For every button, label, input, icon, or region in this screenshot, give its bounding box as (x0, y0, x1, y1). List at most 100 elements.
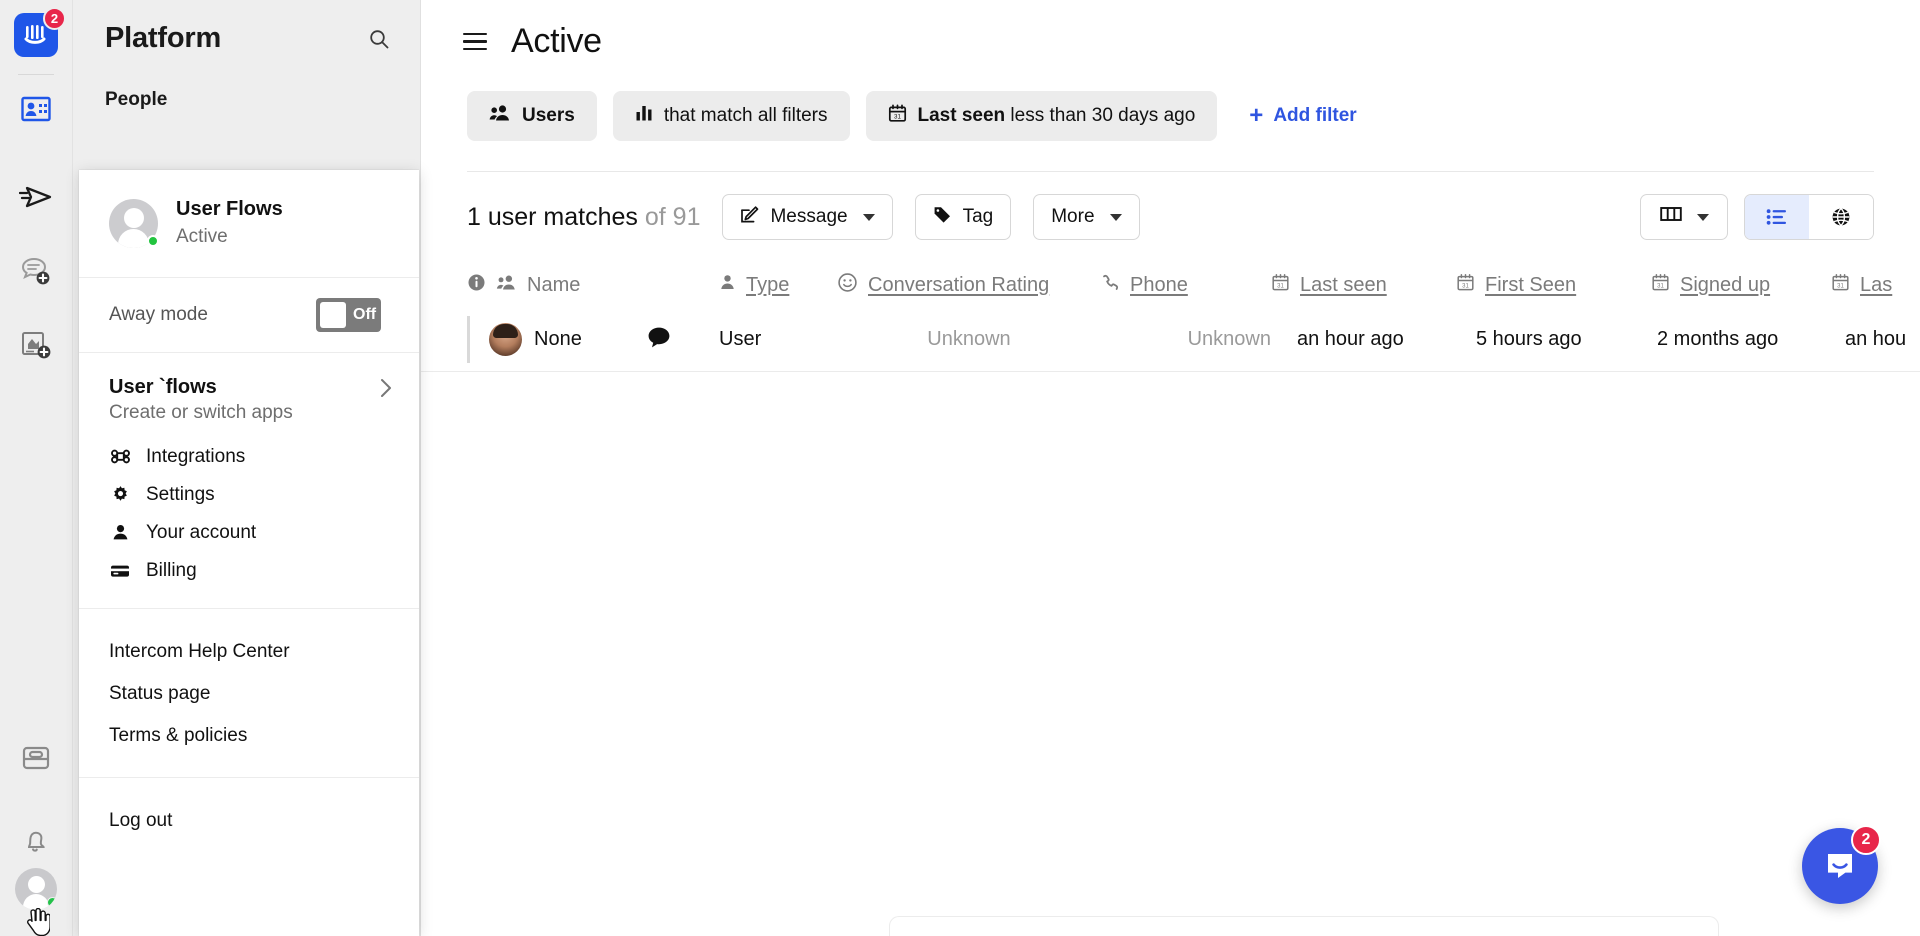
menu-item-label: Billing (146, 559, 197, 581)
credit-card-icon (109, 563, 131, 579)
menu-item-billing[interactable]: Billing (79, 552, 419, 590)
chevron-down-icon (862, 213, 875, 221)
match-total-value: of 91 (644, 202, 701, 231)
column-header-conversation-rating[interactable]: Conversation Rating (837, 272, 1101, 299)
account-dropdown-panel: User Flows Active Away mode Off User `fl… (79, 170, 419, 936)
app-switcher-item[interactable]: User `flows Create or switch apps (79, 375, 419, 424)
column-header-label: Type (746, 273, 790, 296)
column-header-phone[interactable]: Phone (1101, 273, 1271, 298)
column-header-last-contacted[interactable]: 31 Las (1831, 273, 1920, 298)
calendar-icon: 31 (888, 104, 907, 129)
cell-conversation-rating: Unknown (927, 328, 1011, 350)
globe-view-icon[interactable] (1809, 195, 1873, 239)
away-mode-toggle[interactable]: Off (316, 297, 381, 332)
smiley-icon (837, 272, 858, 299)
sidebar-section-people[interactable]: People (73, 55, 420, 111)
users-table: Name Type Conversation Rating Phone 31 L… (421, 262, 1920, 372)
new-article-icon[interactable] (10, 319, 62, 371)
person-icon (109, 523, 131, 542)
link-intercom-help-center[interactable]: Intercom Help Center (79, 631, 419, 673)
link-status-page[interactable]: Status page (79, 673, 419, 715)
column-header-label: Las (1860, 273, 1893, 296)
new-conversation-icon[interactable] (10, 245, 62, 297)
bar-chart-icon (635, 104, 653, 128)
svg-text:31: 31 (1837, 283, 1844, 289)
chat-bubble-icon (647, 326, 671, 354)
chevron-down-icon (1109, 213, 1122, 221)
app-root: 2 Platform People User Flows Active Away… (0, 0, 1920, 936)
svg-text:31: 31 (1277, 283, 1284, 289)
logout-button[interactable]: Log out (79, 800, 419, 842)
menu-item-integrations[interactable]: Integrations (79, 438, 419, 476)
calendar-icon: 31 (1651, 273, 1670, 298)
app-switcher-sub: Create or switch apps (109, 401, 293, 423)
cell-first-seen: 5 hours ago (1476, 328, 1582, 350)
view-toggle-group (1744, 194, 1874, 240)
account-user-row[interactable]: User Flows Active (79, 170, 419, 277)
more-button-label: More (1051, 206, 1095, 227)
filter-chip-last-seen[interactable]: 31 Last seen less than 30 days ago (865, 91, 1218, 141)
command-icon (109, 447, 131, 466)
table-row[interactable]: None User Unknown Unknown an hour ago 5 … (421, 308, 1920, 372)
filter-chip-users[interactable]: Users (467, 91, 597, 141)
column-header-last-seen[interactable]: 31 Last seen (1271, 273, 1456, 298)
column-header-signed-up[interactable]: 31 Signed up (1651, 273, 1831, 298)
contacts-icon[interactable] (10, 83, 62, 135)
messenger-icon (1828, 854, 1852, 878)
filter-chip-match[interactable]: that match all filters (612, 91, 850, 141)
view-controls (1640, 194, 1874, 240)
match-count-value: 1 user matches (467, 202, 638, 231)
outbound-send-icon[interactable] (10, 171, 62, 223)
cell-chat (647, 326, 719, 354)
away-mode-row: Away mode Off (79, 278, 419, 352)
inbox-icon[interactable] (10, 732, 62, 784)
svg-text:31: 31 (1462, 283, 1469, 289)
search-icon[interactable] (364, 24, 394, 54)
main-header: Active (421, 0, 1920, 61)
online-status-dot (47, 897, 57, 908)
messenger-launcher[interactable]: 2 (1802, 825, 1881, 904)
message-button[interactable]: Message (722, 194, 893, 240)
column-header-label: Signed up (1680, 273, 1771, 296)
filter-chip-label-bold: Last seen (917, 105, 1006, 126)
user-avatar[interactable] (15, 868, 57, 910)
account-user-name: User Flows (176, 198, 283, 220)
platform-logo-icon[interactable]: 2 (14, 7, 66, 57)
compose-icon (740, 205, 759, 230)
column-header-label: First Seen (1485, 273, 1577, 296)
column-header-name[interactable]: Name (467, 273, 647, 298)
columns-button[interactable] (1640, 194, 1728, 240)
menu-item-label: Your account (146, 521, 257, 543)
menu-item-label: Integrations (146, 445, 246, 467)
action-row: 1 user matches of 91 Message Tag More (421, 172, 1920, 240)
menu-item-settings[interactable]: Settings (79, 476, 419, 514)
tag-button[interactable]: Tag (914, 194, 1012, 240)
column-header-label: Conversation Rating (868, 273, 1050, 296)
online-status-dot (147, 234, 159, 247)
calendar-icon: 31 (1831, 273, 1850, 298)
more-button[interactable]: More (1033, 194, 1140, 240)
link-terms-policies[interactable]: Terms & policies (79, 715, 419, 757)
app-name: User `flows (109, 375, 217, 398)
mouse-cursor-icon (27, 908, 50, 936)
add-filter-button[interactable]: + Add filter (1249, 104, 1356, 128)
page-title: Platform (105, 22, 222, 54)
list-view-icon[interactable] (1745, 195, 1809, 239)
message-button-label: Message (770, 206, 848, 227)
menu-item-your-account[interactable]: Your account (79, 514, 419, 552)
column-header-label: Last seen (1300, 273, 1387, 296)
tag-button-label: Tag (962, 206, 994, 227)
hamburger-icon[interactable] (461, 27, 489, 57)
notifications-bell-icon[interactable] (10, 816, 62, 868)
table-header-row: Name Type Conversation Rating Phone 31 L… (421, 262, 1920, 308)
cell-name: None (467, 323, 647, 356)
chevron-right-icon (380, 378, 393, 402)
account-links-block: Intercom Help Center Status page Terms &… (79, 609, 419, 777)
column-header-first-seen[interactable]: 31 First Seen (1456, 273, 1651, 298)
column-header-type[interactable]: Type (719, 273, 837, 297)
account-avatar (109, 198, 159, 248)
logout-block: Log out (79, 778, 419, 842)
cell-last-contacted: an hou (1845, 328, 1907, 350)
svg-text:31: 31 (1657, 283, 1664, 289)
users-icon (496, 274, 517, 297)
